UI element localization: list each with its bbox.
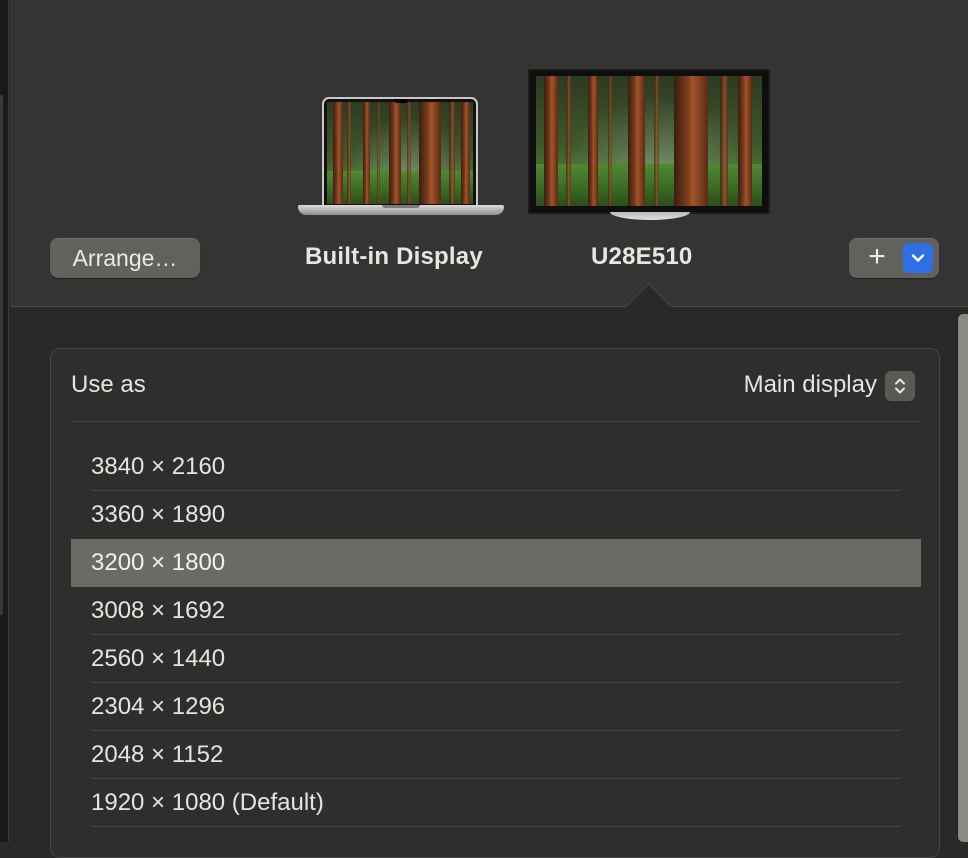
use-as-select-value[interactable]: Main display — [744, 371, 877, 399]
resolution-list: 3840 × 2160 3360 × 1890 3200 × 1800 3008… — [71, 443, 921, 827]
tree-trunk — [419, 102, 441, 204]
display-name-external[interactable]: U28E510 — [591, 243, 692, 271]
display-name-built-in[interactable]: Built-in Display — [305, 243, 483, 271]
tree-trunk — [461, 102, 470, 204]
panel-divider — [71, 421, 921, 422]
use-as-label: Use as — [71, 371, 146, 398]
resolution-option[interactable]: 3360 × 1890 — [71, 491, 921, 539]
wallpaper-preview — [536, 76, 762, 206]
tree-trunk — [628, 76, 645, 206]
tree-trunk — [363, 102, 370, 204]
camera-notch — [394, 99, 408, 103]
scrollbar[interactable] — [957, 314, 968, 842]
resolution-option-default[interactable]: 1920 × 1080 (Default) — [71, 779, 921, 827]
monitor-stand — [610, 212, 690, 220]
resolution-option[interactable]: 2304 × 1296 — [71, 683, 921, 731]
tree-trunk — [720, 76, 728, 206]
add-display-menu-button[interactable] — [903, 243, 933, 273]
display-thumbnail-built-in[interactable] — [298, 97, 504, 219]
tree-trunk — [333, 102, 343, 204]
plus-icon[interactable]: + — [863, 242, 891, 272]
laptop-base — [298, 205, 504, 215]
wallpaper-preview — [327, 102, 473, 204]
up-down-chevron-icon — [895, 378, 905, 394]
tree-trunk — [566, 76, 571, 206]
tree-trunk — [544, 76, 558, 206]
sidebar-divider — [8, 0, 9, 842]
laptop-lid — [322, 97, 478, 205]
tree-trunk — [389, 102, 401, 204]
resolution-option[interactable]: 3840 × 2160 — [71, 443, 921, 491]
use-as-popup-button[interactable] — [885, 371, 915, 401]
display-settings-panel: Use as Main display 3840 × 2160 3360 × 1… — [50, 348, 940, 858]
resolution-option[interactable]: 2048 × 1152 — [71, 731, 921, 779]
tree-trunk — [449, 102, 455, 204]
resolution-option[interactable]: 3008 × 1692 — [71, 587, 921, 635]
chevron-down-icon — [911, 254, 925, 262]
tree-trunk — [588, 76, 598, 206]
tree-trunk — [738, 76, 752, 206]
tree-trunk — [608, 76, 612, 206]
arrangement-divider — [10, 306, 968, 307]
tree-trunk — [654, 76, 659, 206]
tree-trunk — [674, 76, 708, 206]
scrollbar-thumb[interactable] — [958, 314, 968, 842]
resolution-option[interactable]: 2560 × 1440 — [71, 635, 921, 683]
tree-trunk — [347, 102, 351, 204]
sidebar-scroll-sliver — [0, 95, 3, 615]
add-display-control[interactable]: + — [849, 238, 939, 278]
sidebar-edge — [0, 0, 9, 842]
display-thumbnail-external[interactable] — [528, 69, 770, 221]
resolution-option-selected[interactable]: 3200 × 1800 — [71, 539, 921, 587]
tree-trunk — [377, 102, 380, 204]
tree-trunk — [407, 102, 411, 204]
arrange-button[interactable]: Arrange… — [50, 238, 200, 278]
monitor-frame — [528, 69, 770, 214]
